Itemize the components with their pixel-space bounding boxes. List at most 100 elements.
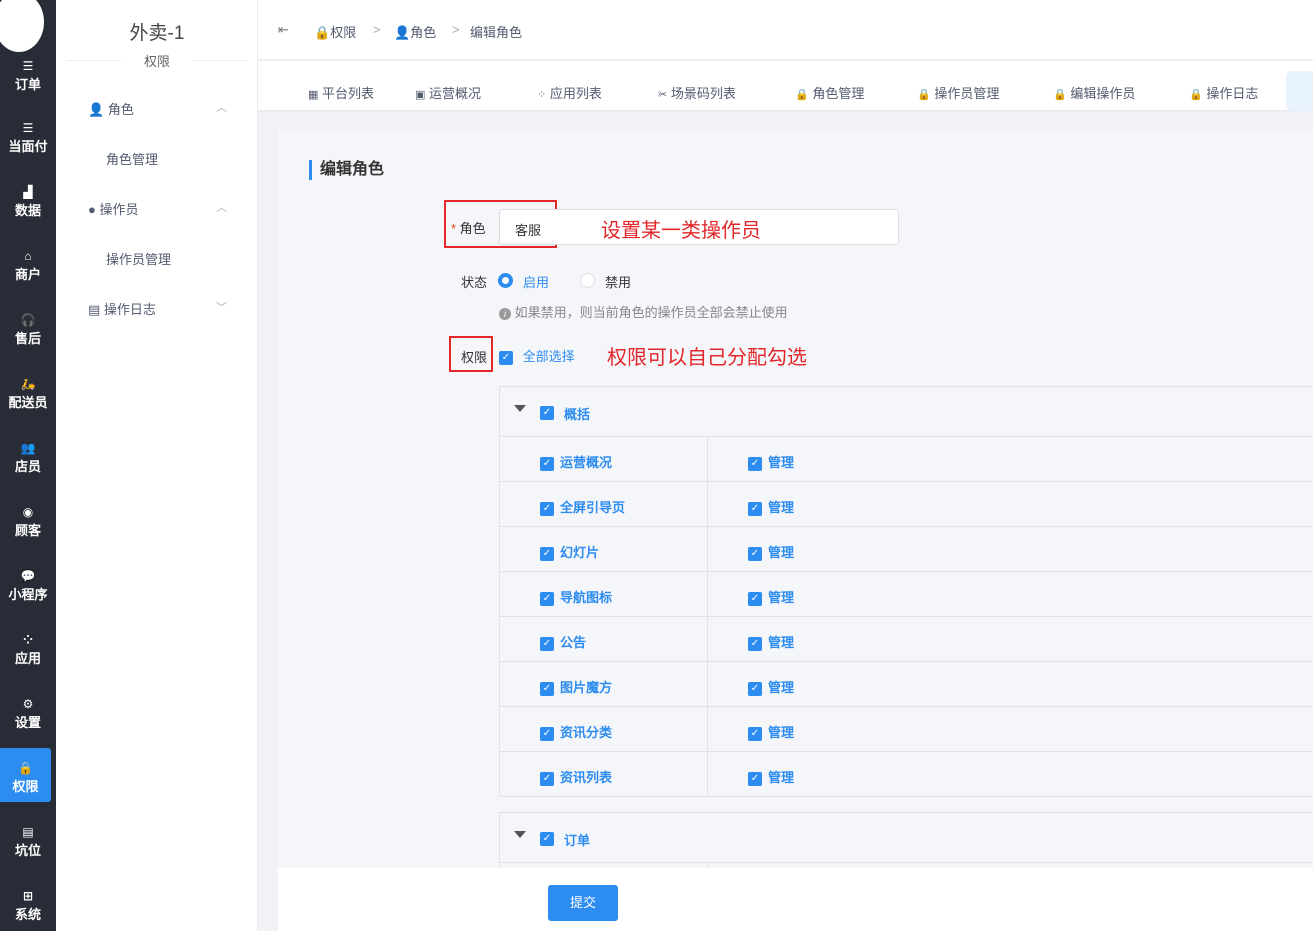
chevron-up-icon: ︿ [216, 102, 227, 114]
status-disable-label[interactable]: 禁用 [605, 272, 631, 291]
action-checkbox[interactable]: ✓ 管理 [748, 632, 794, 651]
nav-item[interactable]: 🎧 售后 [0, 300, 56, 354]
check-icon: ✓ [540, 456, 554, 471]
action-label: 管理 [768, 680, 795, 695]
nav-item[interactable]: 🛵 配送员 [0, 364, 56, 418]
group-label: 概括 [564, 407, 591, 422]
menu-group-operator[interactable]: ● 操作员 ︿ [88, 199, 227, 218]
nav-item[interactable]: ▟ 数据 [0, 172, 56, 226]
action-checkbox[interactable]: ✓ 管理 [748, 497, 794, 516]
permission-checkbox[interactable]: ✓ 导航图标 [540, 587, 612, 606]
collapse-menu-icon[interactable]: ⇤ [278, 22, 289, 38]
tab[interactable]: ▦ 平台列表 [308, 83, 374, 102]
permission-checkbox[interactable]: ✓ 幻灯片 [540, 542, 599, 561]
lock-icon: 🔒 [1053, 89, 1067, 101]
user-settings-icon: ⚙ [22, 697, 34, 711]
annotation-text: 权限可以自己分配勾选 [607, 347, 807, 369]
column-divider [707, 617, 708, 662]
tab[interactable]: ⁘ 应用列表 [537, 83, 602, 102]
nav-item[interactable]: ◉ 顾客 [0, 492, 56, 546]
bar-chart-icon: ▟ [23, 185, 33, 199]
action-checkbox[interactable]: ✓ 管理 [748, 452, 794, 471]
nav-label: 数据 [14, 203, 41, 218]
menu-item-operator-manage[interactable]: 操作员管理 [106, 249, 171, 268]
breadcrumb-permission[interactable]: 🔒权限 [314, 22, 356, 41]
group-checkbox[interactable]: ✓ [540, 404, 554, 420]
avatar[interactable] [0, 0, 44, 52]
nav-item[interactable]: ⌂ 商户 [0, 236, 56, 290]
tab[interactable]: ✂ 场景码列表 [658, 83, 736, 102]
permission-checkbox[interactable]: ✓ 公告 [540, 632, 586, 651]
status-disable-radio[interactable] [580, 273, 595, 288]
caret-down-icon[interactable] [514, 405, 526, 412]
document-icon: ▤ [88, 302, 101, 317]
permission-row: ✓ 公告 ✓ 管理 [500, 617, 1313, 662]
tab[interactable]: 🔒 操作日志 [1189, 83, 1258, 102]
permission-label: 图片魔方 [560, 680, 613, 695]
nav-label: 商户 [14, 267, 41, 282]
permission-tree: ✓ 概括 ✓ 运营概况 ✓ 管理 ✓ 全屏引导页 ✓ 管理 ✓ 幻灯片 ✓ 管理 ✓ 导航图标 ✓ 管理 ✓ 公告 ✓ 管… [499, 386, 1313, 909]
permission-label: 幻灯片 [560, 545, 600, 560]
group-label: 操作日志 [103, 302, 156, 317]
permission-label: 导航图标 [560, 590, 613, 605]
check-icon: ✓ [540, 726, 554, 741]
nav-label: 售后 [14, 331, 41, 346]
permission-label: 资讯分类 [560, 725, 613, 740]
tab-label: 场景码列表 [670, 86, 736, 101]
nav-label: 设置 [14, 715, 41, 730]
users-icon: 👥 [20, 441, 36, 455]
apps-icon: ⁘ [22, 633, 34, 647]
status-enable-label[interactable]: 启用 [523, 272, 549, 291]
nav-item[interactable]: 👥 店员 [0, 428, 56, 482]
user-circle-icon: ◉ [22, 505, 34, 519]
menu-group-log[interactable]: ▤ 操作日志 ﹀ [88, 299, 227, 318]
action-label: 管理 [768, 500, 795, 515]
nav-item[interactable]: ☰ 当面付 [0, 108, 56, 162]
select-all-checkbox[interactable]: ✓ 全部选择 [499, 346, 575, 365]
nav-label: 订单 [14, 77, 41, 92]
wechat-icon: 💬 [20, 569, 36, 583]
tab[interactable]: 🔒 编辑操作员 [1053, 83, 1135, 102]
breadcrumb-role[interactable]: 👤角色 [394, 22, 436, 41]
action-checkbox[interactable]: ✓ 管理 [748, 767, 794, 786]
nav-item[interactable]: ⊞ 系统 [0, 876, 56, 930]
nav-item[interactable]: 💬 小程序 [0, 556, 56, 610]
nav-label: 当面付 [8, 139, 48, 154]
permission-row: ✓ 资讯列表 ✓ 管理 [500, 752, 1313, 797]
status-enable-radio[interactable] [498, 273, 513, 288]
action-checkbox[interactable]: ✓ 管理 [748, 587, 794, 606]
menu-item-role-manage[interactable]: 角色管理 [106, 149, 158, 168]
nav-item[interactable]: ⚙ 设置 [0, 684, 56, 738]
check-icon: ✓ [748, 726, 762, 741]
permission-checkbox[interactable]: ✓ 全屏引导页 [540, 497, 625, 516]
column-divider [707, 437, 708, 482]
permission-group: ✓ 概括 [500, 387, 1313, 437]
nav-label: 顾客 [14, 523, 41, 538]
nav-item[interactable]: ⁘ 应用 [0, 620, 56, 674]
tab[interactable]: ▣ 运营概况 [415, 83, 481, 102]
tab[interactable]: 🔒 操作员管理 [917, 83, 999, 102]
nav-item[interactable]: 🔒 权限 [0, 748, 51, 802]
permission-checkbox[interactable]: ✓ 资讯列表 [540, 767, 612, 786]
permission-label: 资讯列表 [560, 770, 613, 785]
lock-icon: 🔒 [18, 761, 33, 775]
action-checkbox[interactable]: ✓ 管理 [748, 542, 794, 561]
label-text: 角色 [459, 221, 486, 236]
nav-item[interactable]: ▤ 坑位 [0, 812, 56, 866]
permission-checkbox[interactable]: ✓ 资讯分类 [540, 722, 612, 741]
main-nav: ☰ 订单 ☰ 当面付 ▟ 数据 ⌂ 商户 🎧 售后 🛵 配送员 👥 店员 ◉ 顾客 💬 小程序 ⁘ 应用 ⚙ 设置 🔒 权限 ▤… [0, 0, 56, 931]
submit-button[interactable]: 提交 [548, 885, 618, 921]
lock-icon: 🔒 [795, 89, 809, 101]
permission-checkbox[interactable]: ✓ 运营概况 [540, 452, 612, 471]
menu-group-role[interactable]: 👤 角色 ︿ [88, 99, 227, 118]
tab-scroll[interactable] [1286, 71, 1313, 111]
action-checkbox[interactable]: ✓ 管理 [748, 677, 794, 696]
check-icon: ✓ [540, 771, 554, 786]
breadcrumb-label: 角色 [410, 25, 437, 40]
caret-down-icon[interactable] [514, 831, 526, 838]
tab[interactable]: 🔒 角色管理 [795, 83, 864, 102]
action-checkbox[interactable]: ✓ 管理 [748, 722, 794, 741]
nav-item[interactable]: ☰ 订单 [0, 56, 56, 110]
permission-checkbox[interactable]: ✓ 图片魔方 [540, 677, 612, 696]
group-checkbox[interactable]: ✓ [540, 830, 554, 846]
